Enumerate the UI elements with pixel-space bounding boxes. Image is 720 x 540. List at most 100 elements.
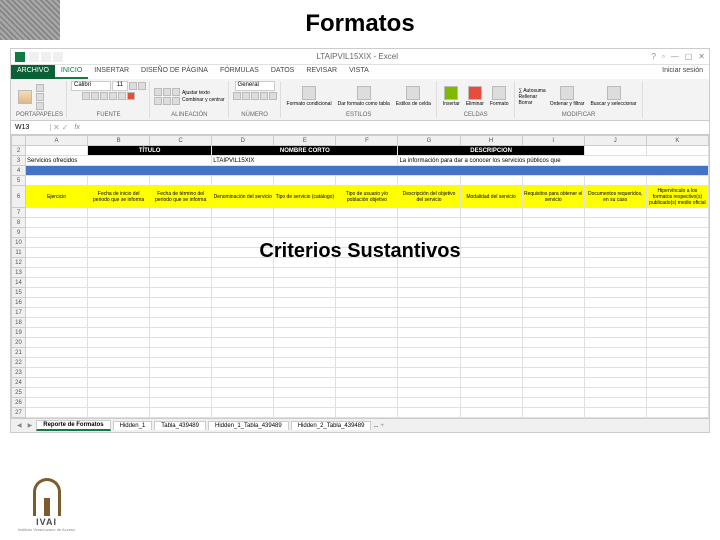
row-header[interactable]: 15 — [12, 288, 26, 298]
align-center-icon[interactable] — [163, 97, 171, 105]
redo-icon[interactable] — [53, 52, 63, 62]
align-left-icon[interactable] — [154, 97, 162, 105]
cell[interactable]: Descripción del objetivo del servicio — [398, 186, 460, 208]
sheet-tab[interactable]: Hidden_2_Tabla_439489 — [291, 421, 372, 430]
table-row[interactable]: 4 — [12, 166, 709, 176]
row-header[interactable]: 19 — [12, 328, 26, 338]
sheet-tabs-more[interactable]: ... — [373, 423, 378, 429]
signin-link[interactable]: Iniciar sesión — [656, 65, 709, 79]
table-row[interactable]: 2TÍTULONOMBRE CORTODESCRIPCION — [12, 146, 709, 156]
cell[interactable]: Tipo de servicio (catálogo) — [274, 186, 336, 208]
row-header[interactable]: 13 — [12, 268, 26, 278]
row-header[interactable]: 6 — [12, 186, 26, 208]
row-header[interactable]: 25 — [12, 388, 26, 398]
select-all-corner[interactable] — [12, 136, 26, 146]
cell[interactable]: Tipo de usuario y/o población objetivo — [336, 186, 398, 208]
cell-styles-button[interactable]: Estilos de celda — [394, 85, 433, 108]
sheet-tab-active[interactable]: Reporte de Formatos — [36, 420, 110, 431]
table-row[interactable]: 21 — [12, 348, 709, 358]
align-bottom-icon[interactable] — [172, 88, 180, 96]
tab-insert[interactable]: INSERTAR — [88, 65, 135, 79]
insert-cells-button[interactable]: Insertar — [441, 85, 462, 108]
cell[interactable]: LTAIPVIL15XIX — [212, 156, 398, 166]
col-header[interactable]: F — [336, 136, 398, 146]
increase-decimal-icon[interactable] — [260, 92, 268, 100]
col-header[interactable]: G — [398, 136, 460, 146]
table-row[interactable]: 8 — [12, 218, 709, 228]
cell[interactable]: Fecha de inicio del periodo que se infor… — [88, 186, 150, 208]
row-header[interactable]: 5 — [12, 176, 26, 186]
close-icon[interactable]: ✕ — [698, 52, 705, 61]
cell[interactable]: Documentos requeridos, en su caso — [584, 186, 646, 208]
table-row[interactable]: 6 Ejercicio Fecha de inicio del periodo … — [12, 186, 709, 208]
table-row[interactable]: 5 — [12, 176, 709, 186]
row-header[interactable]: 4 — [12, 166, 26, 176]
sheet-nav-prev-icon[interactable]: ◀ — [15, 422, 24, 429]
table-row[interactable]: 15 — [12, 288, 709, 298]
row-header[interactable]: 23 — [12, 368, 26, 378]
table-row[interactable]: 9 — [12, 228, 709, 238]
increase-font-icon[interactable] — [129, 82, 137, 90]
table-row[interactable]: 22 — [12, 358, 709, 368]
conditional-format-button[interactable]: Formato condicional — [285, 85, 334, 108]
sheet-tab[interactable]: Hidden_1_Tabla_439489 — [208, 421, 289, 430]
cell[interactable]: Modalidad del servicio — [460, 186, 522, 208]
sort-filter-button[interactable]: Ordenar y filtrar — [548, 85, 587, 108]
format-painter-icon[interactable] — [36, 102, 44, 110]
tab-view[interactable]: VISTA — [343, 65, 375, 79]
font-size-select[interactable]: 11 — [112, 81, 128, 91]
table-row[interactable]: 23 — [12, 368, 709, 378]
table-row[interactable]: 3Servicios ofrecidosLTAIPVIL15XIXLa info… — [12, 156, 709, 166]
cell[interactable]: Servicios ofrecidos — [26, 156, 212, 166]
align-middle-icon[interactable] — [163, 88, 171, 96]
tab-formulas[interactable]: FÓRMULAS — [214, 65, 265, 79]
cell[interactable]: La información para dar a conocer los se… — [398, 156, 709, 166]
table-row[interactable]: 25 — [12, 388, 709, 398]
cell[interactable]: DESCRIPCION — [398, 146, 584, 156]
table-row[interactable]: 17 — [12, 308, 709, 318]
format-cells-button[interactable]: Formato — [488, 85, 511, 108]
font-color-icon[interactable] — [127, 92, 135, 100]
table-row[interactable]: 19 — [12, 328, 709, 338]
fill-color-icon[interactable] — [118, 92, 126, 100]
fx-label[interactable]: fx — [70, 124, 83, 131]
add-sheet-button[interactable]: + — [380, 423, 384, 429]
find-select-button[interactable]: Buscar y seleccionar — [588, 85, 638, 108]
name-box[interactable]: W13 — [11, 124, 51, 131]
col-header[interactable]: K — [646, 136, 708, 146]
row-header[interactable]: 9 — [12, 228, 26, 238]
row-header[interactable]: 12 — [12, 258, 26, 268]
tab-data[interactable]: DATOS — [265, 65, 300, 79]
col-header[interactable]: C — [150, 136, 212, 146]
table-row[interactable]: 24 — [12, 378, 709, 388]
row-header[interactable]: 18 — [12, 318, 26, 328]
cell[interactable]: Ejercicio — [26, 186, 88, 208]
minimize-icon[interactable]: — — [671, 52, 679, 61]
col-header[interactable]: B — [88, 136, 150, 146]
row-header[interactable]: 3 — [12, 156, 26, 166]
row-header[interactable]: 26 — [12, 398, 26, 408]
tab-page-layout[interactable]: DISEÑO DE PÁGINA — [135, 65, 214, 79]
font-name-select[interactable]: Calibri — [71, 81, 111, 91]
cell[interactable]: Requisitos para obtener el servicio — [522, 186, 584, 208]
table-row[interactable]: 18 — [12, 318, 709, 328]
sheet-tab[interactable]: Tabla_439489 — [154, 421, 206, 430]
table-row[interactable]: 14 — [12, 278, 709, 288]
row-header[interactable]: 8 — [12, 218, 26, 228]
col-header[interactable]: J — [584, 136, 646, 146]
comma-icon[interactable] — [251, 92, 259, 100]
format-as-table-button[interactable]: Dar formato como tabla — [336, 85, 392, 108]
cell[interactable]: Hipervínculo a los formatos respectivo(s… — [646, 186, 708, 208]
cell[interactable]: Denominación del servicio — [212, 186, 274, 208]
col-header[interactable]: E — [274, 136, 336, 146]
col-header[interactable]: D — [212, 136, 274, 146]
paste-button[interactable] — [16, 89, 34, 105]
currency-icon[interactable] — [233, 92, 241, 100]
row-header[interactable]: 20 — [12, 338, 26, 348]
table-row[interactable]: 13 — [12, 268, 709, 278]
cell[interactable]: Fecha de término del periodo que se info… — [150, 186, 212, 208]
merge-center-button[interactable]: Combinar y centrar — [182, 97, 225, 103]
align-right-icon[interactable] — [172, 97, 180, 105]
cell[interactable] — [26, 166, 709, 176]
row-header[interactable]: 17 — [12, 308, 26, 318]
